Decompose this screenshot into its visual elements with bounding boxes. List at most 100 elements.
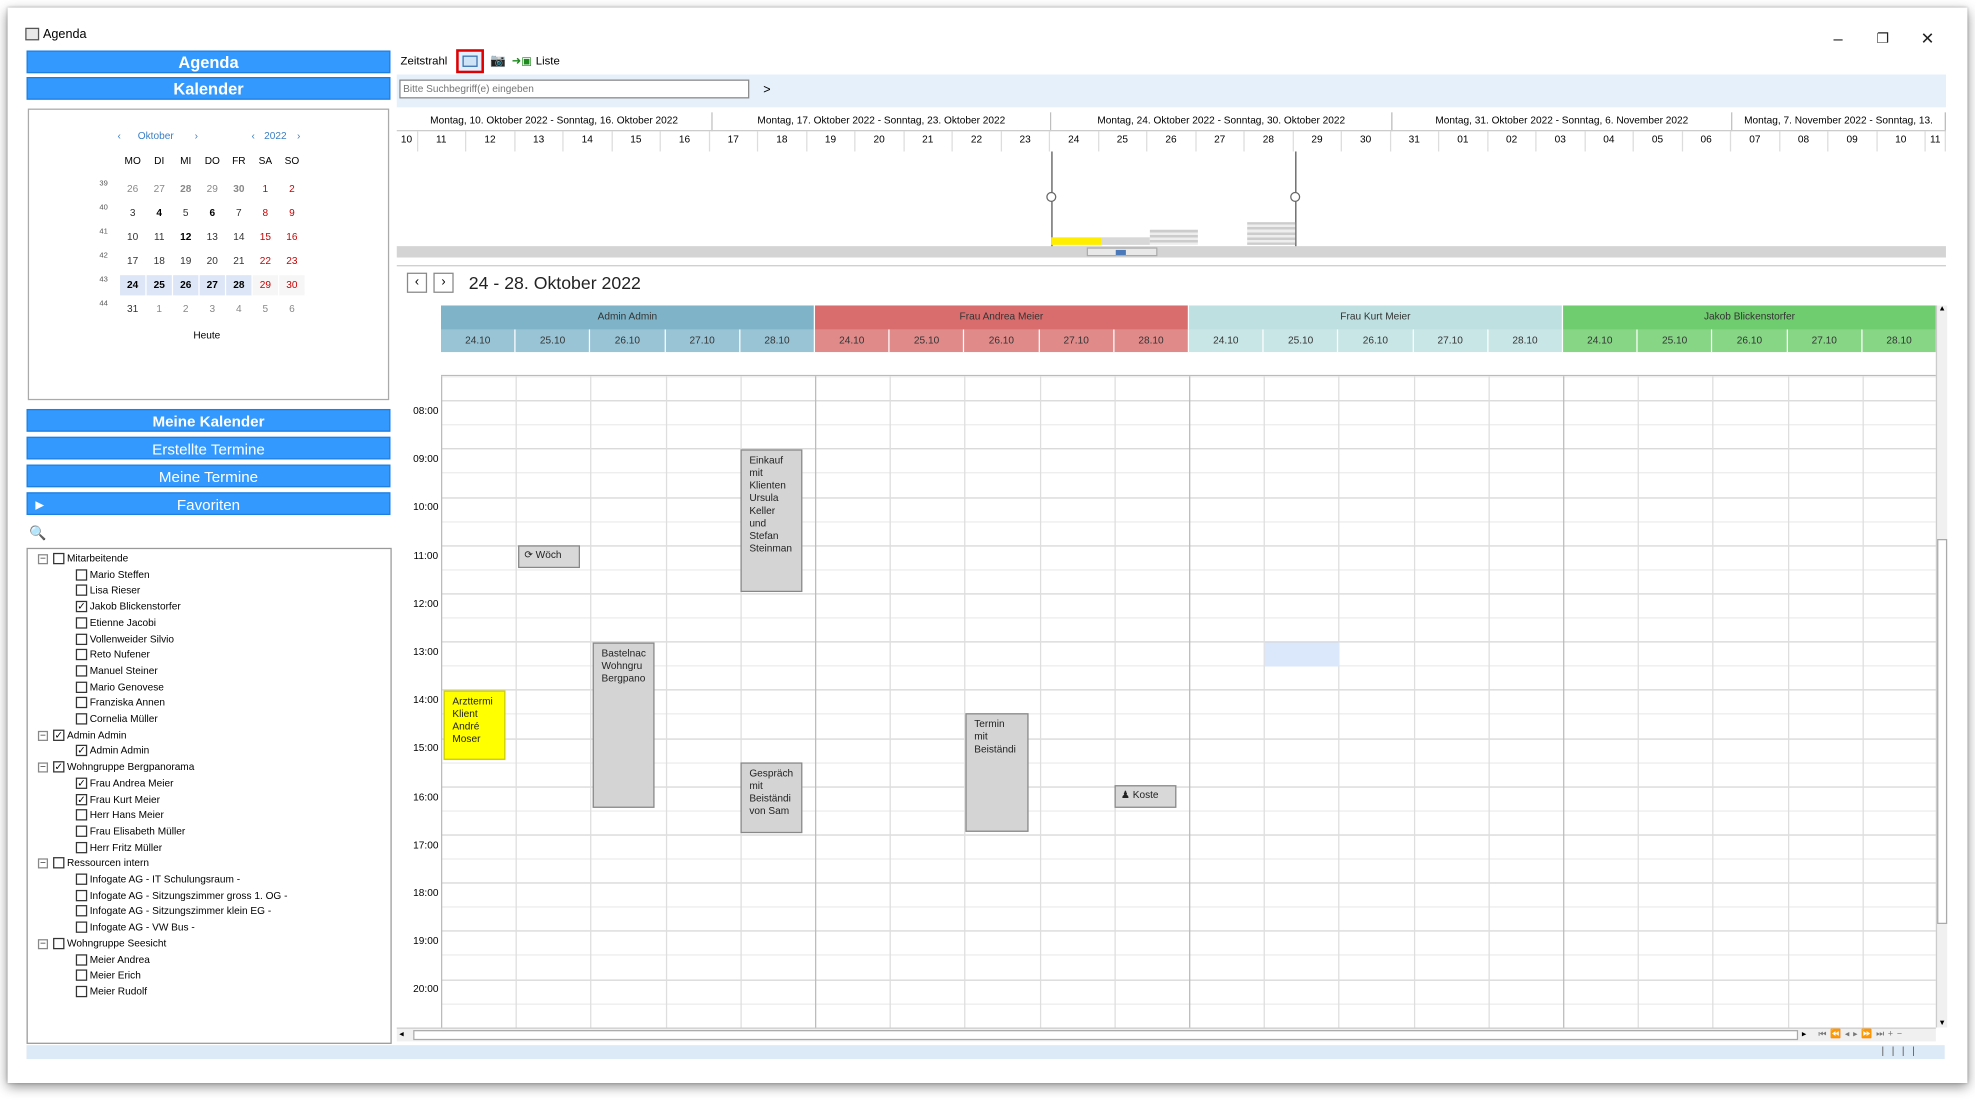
tree-group[interactable]: − ✓ Wohngruppe Bergpanorama <box>33 760 387 775</box>
timeline-day[interactable]: 22 <box>953 131 1002 152</box>
tree-item[interactable]: Meier Rudolf <box>33 984 387 999</box>
vertical-scroll-thumb[interactable] <box>1937 539 1948 925</box>
day-header[interactable]: 24.10 <box>815 329 890 353</box>
mini-cal-day[interactable]: 10 <box>120 227 145 247</box>
timeline-day[interactable]: 23 <box>1001 131 1051 152</box>
favoriten-button[interactable]: ▶ Favoriten <box>26 492 391 516</box>
mini-cal-day[interactable]: 24 <box>120 275 146 296</box>
mini-cal-day[interactable]: 4 <box>226 299 251 319</box>
tree-item[interactable]: Franziska Annen <box>33 696 387 711</box>
timeline-week-header[interactable]: Montag, 10. Oktober 2022 - Sonntag, 16. … <box>396 112 713 132</box>
timeline-day[interactable]: 09 <box>1828 131 1878 152</box>
mini-cal-prev-month[interactable]: ‹ <box>118 130 121 141</box>
mini-cal-day[interactable]: 16 <box>279 227 304 247</box>
day-header[interactable]: 26.10 <box>1338 329 1414 353</box>
checkbox[interactable]: ✓ <box>53 761 65 773</box>
timeline-day[interactable]: 10 <box>1877 131 1926 152</box>
tree-group[interactable]: − Mitarbeitende <box>33 552 387 567</box>
timeline-day[interactable]: 26 <box>1147 131 1196 152</box>
tree-item[interactable]: Mario Steffen <box>33 568 387 583</box>
mini-cal-day[interactable]: 29 <box>252 275 278 296</box>
checkbox[interactable] <box>75 568 88 581</box>
mini-cal-day[interactable]: 9 <box>279 203 304 223</box>
export-icon[interactable]: ➜▣ <box>512 54 532 68</box>
tree-item[interactable]: Cornelia Müller <box>33 712 387 727</box>
event-einkauf[interactable]: Einkauf mit Klienten Ursula Keller und S… <box>740 449 803 593</box>
mini-cal-day[interactable]: 1 <box>253 179 278 199</box>
checkbox[interactable] <box>75 633 88 645</box>
mini-cal-day[interactable]: 28 <box>226 275 252 296</box>
checkbox[interactable] <box>75 665 88 677</box>
timeline-day[interactable]: 07 <box>1731 131 1780 152</box>
day-header[interactable]: 28.10 <box>1862 329 1938 353</box>
collapse-icon[interactable]: − <box>37 858 49 869</box>
mini-cal-day[interactable]: 31 <box>120 299 145 319</box>
timeline-day[interactable]: 29 <box>1293 131 1342 152</box>
navigation-buttons-icon[interactable]: ⏮⏪◂▸⏩⏭+− <box>1818 1029 1906 1040</box>
search-go-button[interactable]: > <box>763 83 770 97</box>
checkbox[interactable] <box>75 649 88 661</box>
mini-cal-year[interactable]: 2022 <box>264 130 286 141</box>
timeline-day[interactable]: 14 <box>564 131 613 152</box>
checkbox[interactable] <box>75 921 88 933</box>
checkbox[interactable] <box>75 617 88 629</box>
mini-cal-day[interactable]: 2 <box>279 179 304 199</box>
tree-item[interactable]: Infogate AG - VW Bus - <box>33 920 387 935</box>
day-header[interactable]: 27.10 <box>1039 329 1115 353</box>
timeline-scroll-thumb[interactable] <box>1086 247 1158 257</box>
timeline-day[interactable]: 21 <box>904 131 953 152</box>
timeline-day[interactable]: 08 <box>1780 131 1829 152</box>
mini-cal-day[interactable]: 18 <box>147 251 172 271</box>
tree-item[interactable]: Mario Genovese <box>33 680 387 695</box>
checkbox[interactable] <box>75 953 88 966</box>
resource-header[interactable]: Frau Kurt Meier <box>1189 305 1564 330</box>
tree-item[interactable]: Manuel Steiner <box>33 664 387 679</box>
tree-item[interactable]: Herr Fritz Müller <box>33 840 387 855</box>
collapse-icon[interactable]: − <box>37 762 49 773</box>
calendar-view-button[interactable] <box>456 49 484 74</box>
tree-group[interactable]: − ✓ Admin Admin <box>33 728 387 743</box>
mini-cal-day[interactable]: 2 <box>173 299 198 319</box>
tree-item[interactable]: Frau Elisabeth Müller <box>33 824 387 839</box>
scroll-down-icon[interactable]: ▼ <box>1938 1020 1946 1028</box>
mini-cal-prev-year[interactable]: ‹ <box>251 130 254 141</box>
mini-cal-day[interactable]: 17 <box>120 251 145 271</box>
mini-cal-day[interactable]: 6 <box>279 299 304 319</box>
timeline-day[interactable]: 18 <box>758 131 807 152</box>
timeline-day[interactable]: 17 <box>710 131 759 152</box>
day-header[interactable]: 26.10 <box>964 329 1040 353</box>
mini-cal-day[interactable]: 21 <box>226 251 251 271</box>
timeline-day[interactable]: 19 <box>807 131 856 152</box>
tree-item[interactable]: ✓ Admin Admin <box>33 744 387 759</box>
mini-cal-day[interactable]: 30 <box>226 179 251 199</box>
day-header[interactable]: 25.10 <box>1263 329 1339 353</box>
timeline-day[interactable]: 16 <box>661 131 710 152</box>
selected-slot[interactable] <box>1264 642 1340 667</box>
checkbox[interactable] <box>75 584 88 597</box>
checkbox[interactable] <box>75 889 88 901</box>
meine-termine-button[interactable]: Meine Termine <box>26 464 391 488</box>
mini-cal-day[interactable]: 7 <box>226 203 251 223</box>
resource-header[interactable]: Frau Andrea Meier <box>815 305 1190 330</box>
day-header[interactable]: 24.10 <box>1189 329 1264 353</box>
meine-kalender-button[interactable]: Meine Kalender <box>26 408 391 432</box>
day-header[interactable]: 24.10 <box>1563 329 1638 353</box>
camera-icon[interactable]: 📷 <box>490 54 506 68</box>
collapse-icon[interactable]: − <box>37 938 49 949</box>
tree-item[interactable]: Meier Erich <box>33 968 387 983</box>
prev-week-button[interactable]: ‹ <box>406 272 428 293</box>
tree-item[interactable]: Vollenweider Silvio <box>33 632 387 647</box>
event-termin-beistand[interactable]: Termin mit Beiständi <box>965 713 1029 832</box>
day-header[interactable]: 28.10 <box>740 329 816 353</box>
timeline-day[interactable]: 11 <box>1926 131 1946 152</box>
timeline-day[interactable]: 31 <box>1391 131 1440 152</box>
mini-cal-next-year[interactable]: › <box>297 130 300 141</box>
mini-cal-next-month[interactable]: › <box>195 130 198 141</box>
event-woechentlich[interactable]: ⟳ Wöch <box>518 545 580 569</box>
mini-cal-day[interactable]: 23 <box>279 251 304 271</box>
mini-cal-day[interactable]: 20 <box>200 251 225 271</box>
checkbox[interactable]: ✓ <box>75 793 88 805</box>
mini-cal-day[interactable]: 11 <box>147 227 172 247</box>
agenda-header[interactable]: Agenda <box>26 50 391 74</box>
timeline-day[interactable]: 06 <box>1682 131 1732 152</box>
